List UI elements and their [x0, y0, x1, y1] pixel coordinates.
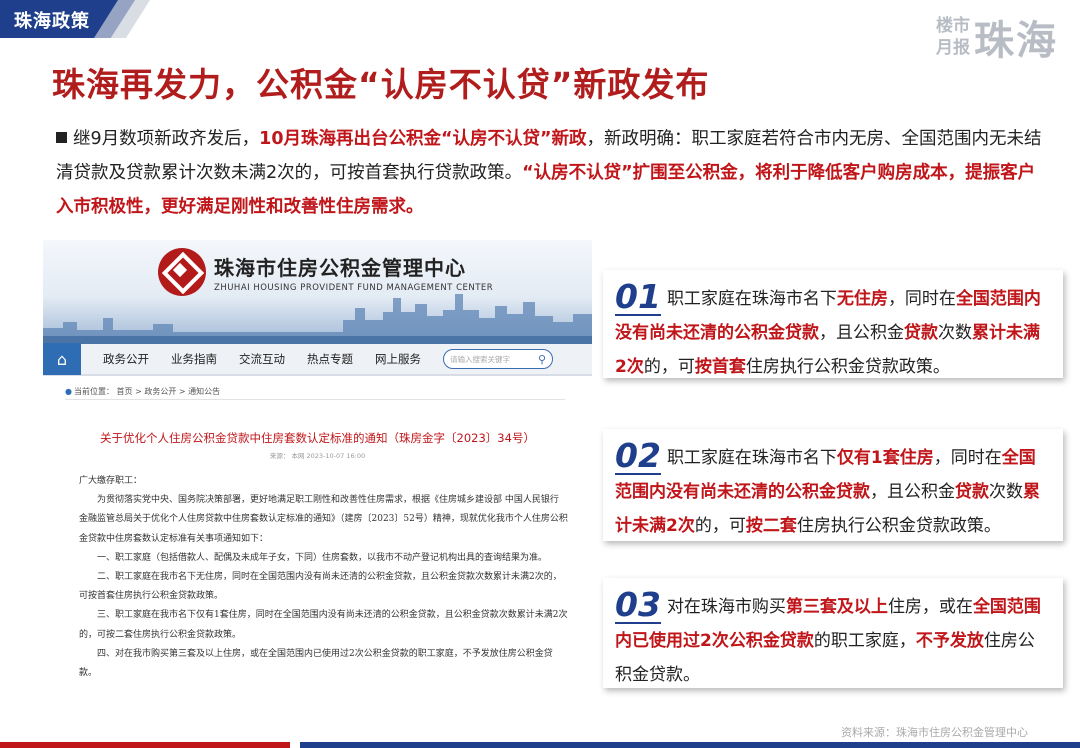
search-placeholder: 请输入搜索关键字 — [450, 354, 510, 364]
nav-item-4[interactable]: 网上服务 — [375, 351, 421, 367]
card-3-segment-5: 不予发放 — [915, 631, 984, 651]
card-2-segment-4: ，且公积金 — [870, 482, 955, 502]
source-note: 资料来源：珠海市住房公积金管理中心 — [841, 726, 1028, 739]
card-2-segment-2: ，同时在 — [933, 448, 1002, 468]
nav-item-2[interactable]: 交流互动 — [239, 351, 285, 367]
nav-item-1[interactable]: 业务指南 — [171, 351, 217, 367]
card-3-segment-1: 第三套及以上 — [785, 597, 888, 617]
divider — [65, 399, 565, 400]
policy-card-1: 01 职工家庭在珠海市名下无住房，同时在全国范围内没有尚未还清的公积金贷款，且公积… — [603, 270, 1063, 378]
bottom-bar — [0, 742, 1080, 748]
notice-para-1: 为贯彻落实党中央、国务院决策部署，更好地满足职工刚性和改善性住房需求，根据《住房… — [79, 495, 568, 544]
search-icon[interactable]: ⚲ — [538, 353, 546, 366]
card-1-segment-0: 职工家庭在珠海市名下 — [666, 289, 837, 309]
notice-screenshot: 珠海市住房公积金管理中心 ZHUHAI HOUSING PROVIDENT FU… — [43, 240, 592, 695]
policy-card-1-text: 01 职工家庭在珠海市名下无住房，同时在全国范围内没有尚未还清的公积金贷款，且公积… — [615, 280, 1051, 384]
card-1-segment-6: 次数 — [938, 323, 972, 343]
slide: 珠海政策 楼市 月报 珠海 珠海再发力，公积金“认房不认贷”新政发布 继9月数项… — [0, 0, 1080, 748]
card-2-segment-0: 职工家庭在珠海市名下 — [666, 448, 837, 468]
policy-card-2-number: 02 — [615, 436, 661, 475]
bullet-square-icon — [56, 132, 67, 143]
policy-card-3: 03 对在珠海市购买第三套及以上住房，或在全国范围内已使用过2次公积金贷款的职工家… — [603, 578, 1063, 688]
notice-para-2: 一、职工家庭（包括借款人、配偶及未成年子女，下同）住房套数，以我市不动产登记机构… — [97, 552, 548, 563]
site-nav: ⌂ 政务公开 业务指南 交流互动 热点专题 网上服务 请输入搜索关键字 ⚲ — [43, 343, 592, 376]
card-3-segment-2: 住房，或在 — [887, 597, 973, 617]
breadcrumb-text: 当前位置： 首页 > 政务公开 > 通知公告 — [73, 387, 221, 396]
notice-para-4: 三、职工家庭在我市名下仅有1套住房，同时在全国范围内没有尚未还清的公积金贷款，且… — [79, 610, 568, 640]
section-tag: 珠海政策 — [0, 0, 150, 38]
policy-card-1-number: 01 — [615, 277, 661, 316]
brand-small: 楼市 月报 — [936, 15, 970, 59]
card-2-segment-9: 按二套 — [745, 516, 797, 536]
page-title: 珠海再发力，公积金“认房不认贷”新政发布 — [52, 65, 710, 104]
org-name-block: 珠海市住房公积金管理中心 ZHUHAI HOUSING PROVIDENT FU… — [214, 252, 493, 293]
policy-card-3-number: 03 — [615, 585, 661, 624]
card-1-segment-8: 的，可 — [643, 357, 695, 377]
policy-card-3-text: 03 对在珠海市购买第三套及以上住房，或在全国范围内已使用过2次公积金贷款的职工家… — [615, 588, 1051, 692]
brand-logo: 楼市 月报 珠海 — [936, 8, 1058, 66]
card-2-segment-8: 的，可 — [694, 516, 746, 536]
org-name-en: ZHUHAI HOUSING PROVIDENT FUND MANAGEMENT… — [214, 282, 494, 293]
card-1-segment-10: 住房执行公积金贷款政策。 — [745, 357, 950, 377]
notice-meta: 来源： 本网 2023-10-07 16:00 — [269, 452, 366, 460]
card-1-segment-1: 无住房 — [836, 289, 888, 309]
notice-title: 关于优化个人住房公积金贷款中住房套数认定标准的通知（珠房金字〔2023〕34号） — [100, 431, 535, 445]
intro-part2: 10月珠海再出台公积金“认房不认贷”新政 — [259, 129, 587, 149]
org-emblem-icon — [158, 248, 206, 296]
location-pin-icon: ● — [65, 387, 72, 396]
card-2-segment-10: 住房执行公积金贷款政策。 — [796, 516, 1001, 536]
org-logo-block: 珠海市住房公积金管理中心 ZHUHAI HOUSING PROVIDENT FU… — [158, 248, 493, 296]
intro-part1: 继9月数项新政齐发后， — [73, 129, 260, 149]
brand-small-2: 月报 — [936, 38, 970, 58]
notice-para-5: 四、对在我市购买第三套及以上住房，或在全国范围内已使用过2次公积金贷款的职工家庭… — [79, 648, 553, 679]
notice-para-3: 二、职工家庭在我市名下无住房，同时在全国范围内没有尚未还清的公积金贷款，且公积金… — [79, 572, 562, 602]
card-2-segment-6: 次数 — [989, 482, 1023, 502]
site-search-input[interactable]: 请输入搜索关键字 ⚲ — [443, 349, 553, 369]
nav-item-3[interactable]: 热点专题 — [307, 351, 353, 367]
card-2-segment-5: 贷款 — [955, 482, 989, 502]
section-tag-label: 珠海政策 — [14, 11, 90, 32]
site-banner: 珠海市住房公积金管理中心 ZHUHAI HOUSING PROVIDENT FU… — [43, 240, 592, 344]
card-1-segment-2: ，同时在 — [887, 289, 956, 309]
notice-body: 广大缴存职工： 为贯彻落实党中央、国务院决策部署，更好地满足职工刚性和改善性住房… — [79, 472, 569, 683]
card-1-segment-9: 按首套 — [694, 357, 746, 377]
bottom-bar-gap — [290, 742, 300, 748]
policy-card-2-text: 02 职工家庭在珠海市名下仅有1套住房，同时在全国范围内没有尚未还清的公积金贷款，… — [615, 439, 1051, 543]
brand-small-1: 楼市 — [936, 16, 970, 36]
card-2-segment-1: 仅有1套住房 — [836, 448, 934, 468]
intro-paragraph: 继9月数项新政齐发后，10月珠海再出台公积金“认房不认贷”新政，新政明确：职工家… — [56, 122, 1046, 224]
bottom-bar-red — [0, 742, 290, 748]
org-name-cn: 珠海市住房公积金管理中心 — [214, 255, 466, 280]
card-1-segment-4: ，且公积金 — [819, 323, 904, 343]
notice-para-0: 广大缴存职工： — [79, 476, 143, 486]
nav-item-0[interactable]: 政务公开 — [103, 351, 149, 367]
home-icon[interactable]: ⌂ — [43, 343, 81, 375]
policy-card-2: 02 职工家庭在珠海市名下仅有1套住房，同时在全国范围内没有尚未还清的公积金贷款，… — [603, 429, 1063, 541]
card-1-segment-5: 贷款 — [904, 323, 938, 343]
breadcrumb: ● 当前位置： 首页 > 政务公开 > 通知公告 — [65, 386, 220, 397]
brand-big: 珠海 — [974, 18, 1058, 64]
card-3-segment-4: 的职工家庭， — [813, 631, 916, 651]
card-3-segment-0: 对在珠海市购买 — [666, 597, 786, 617]
